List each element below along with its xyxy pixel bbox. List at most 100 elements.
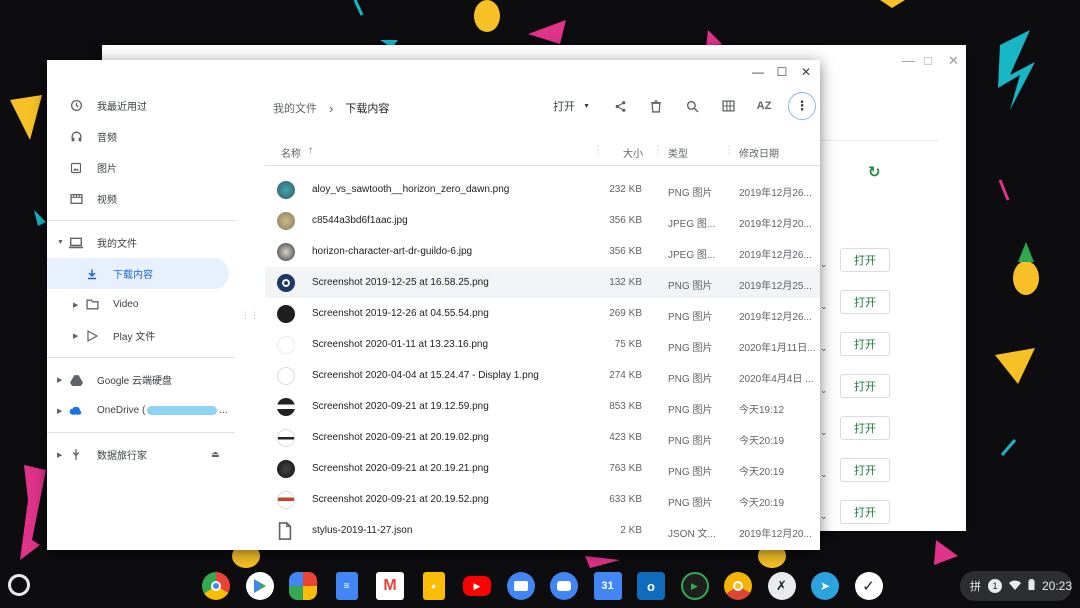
- player-icon[interactable]: ▶: [680, 572, 709, 600]
- table-row[interactable]: Screenshot 2020-09-21 at 20.19.52.png 63…: [265, 484, 820, 515]
- close-icon[interactable]: ✕: [948, 53, 959, 69]
- sidebar-item-downloads[interactable]: 下载内容: [47, 258, 229, 289]
- file-size: 2 KB: [620, 525, 642, 536]
- laptop-icon: [69, 236, 83, 250]
- file-type: PNG 图片: [668, 498, 713, 509]
- column-resize-handle[interactable]: ⋮: [653, 145, 663, 156]
- file-date: 2019年12月25...: [739, 281, 812, 292]
- chevron-down-icon[interactable]: ⌄: [820, 343, 828, 354]
- gmail-icon[interactable]: M: [376, 572, 404, 600]
- file-thumbnail: [277, 367, 295, 385]
- table-row[interactable]: horizon-character-art-dr-guildo-6.jpg 35…: [265, 236, 820, 267]
- chevron-down-icon[interactable]: ⌄: [820, 427, 828, 438]
- share-icon[interactable]: [608, 94, 632, 118]
- file-name: Screenshot 2019-12-26 at 04.55.54.png: [312, 308, 489, 319]
- chevron-right-icon[interactable]: ▶: [57, 451, 62, 459]
- column-name[interactable]: 名称: [281, 145, 301, 160]
- table-row[interactable]: Screenshot 2020-09-21 at 20.19.21.png 76…: [265, 453, 820, 484]
- grid-view-icon[interactable]: [716, 94, 740, 118]
- messages-icon[interactable]: [550, 572, 578, 600]
- open-button[interactable]: 打开: [840, 374, 890, 398]
- file-thumbnail: [277, 336, 295, 354]
- chevron-right-icon[interactable]: ▶: [73, 332, 78, 340]
- sort-icon[interactable]: AZ: [752, 94, 776, 118]
- youtube-icon[interactable]: ▶: [463, 576, 491, 596]
- table-row[interactable]: Screenshot 2019-12-26 at 04.55.54.png 26…: [265, 298, 820, 329]
- sidebar-item-onedrive[interactable]: ▶ OneDrive (...: [47, 395, 237, 426]
- file-type: PNG 图片: [668, 374, 713, 385]
- sidebar-item-audio[interactable]: 音频: [47, 121, 237, 152]
- google-drive-icon: [69, 373, 83, 387]
- more-options-icon[interactable]: ⋮: [788, 92, 816, 120]
- breadcrumb-current[interactable]: 下载内容: [345, 100, 389, 116]
- column-size[interactable]: 大小: [623, 145, 643, 160]
- search-icon[interactable]: [680, 94, 704, 118]
- chevron-down-icon[interactable]: ⌄: [820, 259, 828, 270]
- sidebar-item-google-drive[interactable]: ▶ Google 云端硬盘: [47, 364, 237, 395]
- minimize-icon[interactable]: —: [902, 53, 915, 68]
- keep-icon[interactable]: •: [422, 572, 445, 600]
- column-resize-handle[interactable]: ⋮: [724, 145, 734, 156]
- table-row[interactable]: aloy_vs_sawtooth__horizon_zero_dawn.png …: [265, 174, 820, 205]
- open-button[interactable]: 打开: [840, 290, 890, 314]
- sidebar-item-play-files[interactable]: ▶ Play 文件: [47, 320, 237, 351]
- document-icon: [277, 522, 295, 540]
- refresh-icon[interactable]: ↻: [868, 163, 881, 181]
- chevron-down-icon[interactable]: ▼: [57, 239, 64, 246]
- maximize-icon[interactable]: □: [924, 53, 932, 68]
- file-date: 2020年1月11日...: [739, 343, 815, 354]
- table-row[interactable]: Screenshot 2019-12-25 at 16.58.25.png 13…: [265, 267, 820, 298]
- open-button[interactable]: 打开: [840, 458, 890, 482]
- sidebar-item-my-files[interactable]: ▼ 我的文件: [47, 227, 237, 258]
- column-type[interactable]: 类型: [668, 145, 688, 160]
- chevron-right-icon[interactable]: ▶: [73, 301, 78, 309]
- sidebar-item-video-folder[interactable]: ▶ Video: [47, 289, 237, 320]
- photos-icon[interactable]: [289, 572, 317, 600]
- status-tray[interactable]: 拼 1 20:23: [960, 571, 1072, 601]
- calendar-icon[interactable]: 31: [593, 572, 622, 600]
- table-row[interactable]: c8544a3bd6f1aac.jpg 356 KB JPEG 图... 201…: [265, 205, 820, 236]
- table-row[interactable]: stylus-2019-11-27.json 2 KB JSON 文... 20…: [265, 515, 820, 546]
- file-date: 2019年12月26...: [739, 312, 812, 323]
- sidebar-item-videos[interactable]: 视频: [47, 183, 237, 214]
- file-name: Screenshot 2020-09-21 at 20.19.52.png: [312, 494, 489, 505]
- launcher-icon[interactable]: [8, 574, 30, 596]
- chevron-right-icon[interactable]: ▶: [57, 376, 62, 384]
- open-button[interactable]: 打开 ▼: [553, 98, 590, 114]
- docs-icon[interactable]: ≡: [335, 572, 358, 600]
- open-button[interactable]: 打开: [840, 500, 890, 524]
- files-icon[interactable]: [506, 572, 535, 600]
- open-button[interactable]: 打开: [840, 416, 890, 440]
- outlook-icon[interactable]: o: [637, 572, 665, 600]
- chevron-down-icon[interactable]: ⌄: [820, 469, 828, 480]
- column-date[interactable]: 修改日期: [739, 145, 779, 160]
- chevron-right-icon[interactable]: ▶: [57, 407, 62, 415]
- sidebar-item-images[interactable]: 图片: [47, 152, 237, 183]
- play-store-icon[interactable]: [245, 572, 274, 600]
- app-v-icon[interactable]: ✓: [854, 572, 883, 600]
- chevron-down-icon[interactable]: ⌄: [820, 511, 828, 522]
- chevron-down-icon[interactable]: ⌄: [820, 301, 828, 312]
- trash-icon[interactable]: [644, 94, 668, 118]
- sidebar-item-removable[interactable]: ▶ 数据旅行家 ⏏: [47, 439, 237, 470]
- chrome-canary-icon[interactable]: [724, 572, 752, 600]
- file-name: Screenshot 2020-09-21 at 19.12.59.png: [312, 401, 489, 412]
- table-row[interactable]: Screenshot 2020-09-21 at 20.19.02.png 42…: [265, 422, 820, 453]
- file-name: c8544a3bd6f1aac.jpg: [312, 215, 408, 226]
- splitter-handle[interactable]: ⋮⋮: [241, 310, 259, 321]
- column-resize-handle[interactable]: ⋮: [593, 145, 603, 156]
- open-button[interactable]: 打开: [840, 248, 890, 272]
- telegram-icon[interactable]: ➤: [811, 572, 839, 600]
- table-row[interactable]: Screenshot 2020-09-21 at 19.12.59.png 85…: [265, 391, 820, 422]
- table-row[interactable]: Screenshot 2020-01-11 at 13.23.16.png 75…: [265, 329, 820, 360]
- breadcrumb-root[interactable]: 我的文件: [273, 100, 317, 116]
- chevron-down-icon[interactable]: ⌄: [820, 385, 828, 396]
- chrome-icon[interactable]: [202, 572, 230, 600]
- sort-arrow-up-icon[interactable]: ↑: [308, 145, 313, 156]
- app-x-icon[interactable]: ✗: [767, 572, 796, 600]
- sidebar-item-recent[interactable]: 我最近用过: [47, 90, 237, 121]
- eject-icon[interactable]: ⏏: [211, 449, 220, 460]
- file-size: 763 KB: [609, 463, 642, 474]
- table-row[interactable]: Screenshot 2020-04-04 at 15.24.47 - Disp…: [265, 360, 820, 391]
- open-button[interactable]: 打开: [840, 332, 890, 356]
